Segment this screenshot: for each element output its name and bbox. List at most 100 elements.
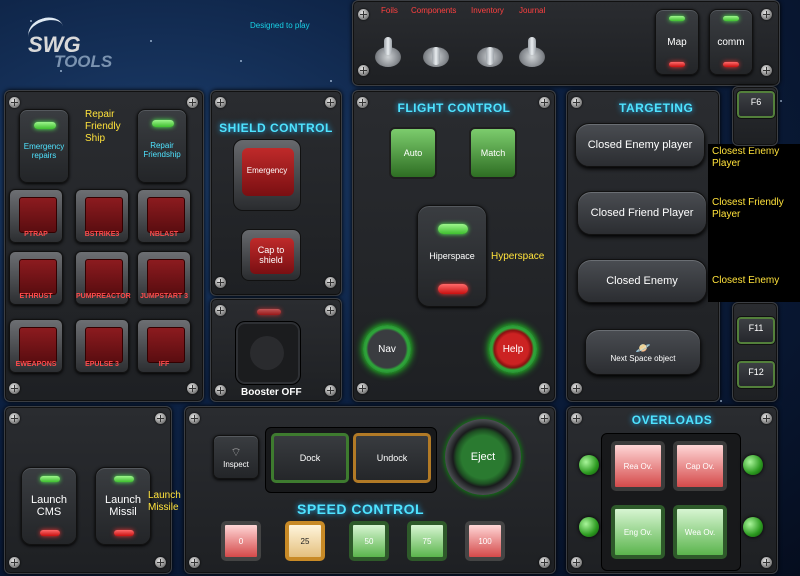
switch-label-components: Components <box>411 6 457 15</box>
auto-button[interactable]: Auto <box>389 127 437 179</box>
speed-75-button[interactable]: 75 <box>407 521 447 561</box>
match-label: Match <box>480 148 506 158</box>
note-closest-enemy-player: Closest Enemy Player <box>712 146 780 169</box>
shield-panel: SHIELD CONTROL Emergency Cap to shield <box>210 90 342 296</box>
match-button[interactable]: Match <box>469 127 517 179</box>
overloads-panel: OVERLOADS Rea Ov. Cap Ov. Eng Ov. Wea Ov… <box>566 406 778 574</box>
bstrike3-button[interactable]: BSTRIKE3 <box>75 189 129 243</box>
dock-button[interactable]: Dock <box>271 433 349 483</box>
speed-panel: ⌔ Inspect Dock Undock Eject SPEED CONTRO… <box>184 406 556 574</box>
booster-label: Booster OFF <box>241 387 302 398</box>
eng-ov-label: Eng Ov. <box>623 527 653 537</box>
launch-missil-button[interactable]: Launch Missil <box>95 467 151 545</box>
indicator-left-top-icon <box>579 455 599 475</box>
speed-100-button[interactable]: 100 <box>465 521 505 561</box>
overloads-title: OVERLOADS <box>631 413 713 427</box>
toggle-inventory[interactable] <box>477 37 503 67</box>
next-space-object-button[interactable]: 🪐 Next Space object <box>585 329 701 375</box>
epulse3-button[interactable]: EPULSE 3 <box>75 319 129 373</box>
eweapons-button[interactable]: EWEAPONS <box>9 319 63 373</box>
wifi-icon: ⌔ <box>230 445 242 459</box>
f11-key[interactable]: F11 <box>736 316 776 345</box>
undock-label: Undock <box>376 453 408 463</box>
closed-enemy-button[interactable]: Closed Enemy <box>577 259 707 303</box>
indicator-left-bottom-icon <box>579 517 599 537</box>
tagline: Designed to play <box>250 21 310 30</box>
cap-ov-button[interactable]: Cap Ov. <box>673 441 727 491</box>
nav-label: Nav <box>378 343 396 355</box>
closed-enemy-player-button[interactable]: Closed Enemy player <box>575 123 705 167</box>
shield-title: SHIELD CONTROL <box>219 121 333 135</box>
speed-0-button[interactable]: 0 <box>221 521 261 561</box>
repair-panel: Emergency repairs Repair Friendly Ship R… <box>4 90 204 402</box>
speed-title: SPEED CONTROL <box>297 501 425 517</box>
ethrust-button[interactable]: ETHRUST <box>9 251 63 305</box>
closed-friend-player-button[interactable]: Closed Friend Player <box>577 191 707 235</box>
switch-label-journal: Journal <box>519 6 546 15</box>
next-space-object-label: Next Space object <box>610 353 676 363</box>
cap-to-shield-button[interactable]: Cap to shield <box>241 229 301 281</box>
speed-25-button[interactable]: 25 <box>285 521 325 561</box>
nblast-button[interactable]: NBLAST <box>137 189 191 243</box>
repair-friendship-button[interactable]: Repair Friendship <box>137 109 187 183</box>
logo-line2: TOOLS <box>54 52 113 71</box>
targeting-title: TARGETING <box>619 101 694 115</box>
dock-label: Dock <box>299 453 321 463</box>
pumpreactor-button[interactable]: PUMPREACTOR <box>75 251 131 305</box>
hiperspace-button[interactable]: Hiperspace <box>417 205 487 307</box>
hiperspace-label: Hiperspace <box>429 251 475 261</box>
shield-emergency-label: Emergency <box>246 165 288 175</box>
cap-to-shield-label: Cap to shield <box>257 245 285 265</box>
launch-missil-label: Launch Missil <box>104 494 142 518</box>
auto-label: Auto <box>403 148 423 158</box>
launch-cms-label: Launch CMS <box>30 494 68 518</box>
booster-led <box>257 309 281 315</box>
speed-0-label: 0 <box>238 536 244 546</box>
wea-ov-button[interactable]: Wea Ov. <box>673 505 727 559</box>
nav-button[interactable]: Nav <box>363 325 411 373</box>
map-label: Map <box>667 36 687 48</box>
jumpstart3-button[interactable]: JUMPSTART 3 <box>137 251 191 305</box>
comm-button[interactable]: comm <box>709 9 753 75</box>
undock-button[interactable]: Undock <box>353 433 431 483</box>
comm-label: comm <box>717 36 745 48</box>
speed-75-label: 75 <box>422 536 432 546</box>
f6-key[interactable]: F6 <box>736 90 776 119</box>
help-label: Help <box>502 343 524 355</box>
switch-label-inventory: Inventory <box>471 6 504 15</box>
rea-ov-button[interactable]: Rea Ov. <box>611 441 665 491</box>
launch-missile-note: Launch Missile <box>148 490 181 513</box>
speed-50-button[interactable]: 50 <box>349 521 389 561</box>
f12-key[interactable]: F12 <box>736 360 776 389</box>
wea-ov-label: Wea Ov. <box>684 527 716 537</box>
launch-cms-button[interactable]: Launch CMS <box>21 467 77 545</box>
toggle-components[interactable] <box>423 37 449 67</box>
iff-button[interactable]: IFF <box>137 319 191 373</box>
speed-50-label: 50 <box>364 536 374 546</box>
eject-label: Eject <box>470 451 496 463</box>
repair-friendship-label: Repair Friendship <box>143 141 181 159</box>
flight-title: FLIGHT CONTROL <box>397 101 511 115</box>
launch-panel: Launch CMS Launch Missil <box>4 406 172 574</box>
help-button[interactable]: Help <box>489 325 537 373</box>
toggle-journal[interactable] <box>519 37 545 67</box>
closed-enemy-player-label: Closed Enemy player <box>587 139 693 151</box>
rea-ov-label: Rea Ov. <box>623 461 653 471</box>
speed-100-label: 100 <box>478 536 492 546</box>
note-closest-enemy: Closest Enemy <box>712 275 780 286</box>
emergency-repairs-label: Emergency repairs <box>23 142 65 160</box>
booster-panel: Booster OFF <box>210 298 342 402</box>
ptrap-button[interactable]: PTRAP <box>9 189 63 243</box>
emergency-repairs-button[interactable]: Emergency repairs <box>19 109 69 183</box>
flight-panel: FLIGHT CONTROL Auto Match Hiperspace Hyp… <box>352 90 556 402</box>
eject-button[interactable]: Eject <box>445 419 521 495</box>
shield-emergency-button[interactable]: Emergency <box>233 139 301 211</box>
map-button[interactable]: Map <box>655 9 699 75</box>
hyperspace-note: Hyperspace <box>491 251 545 262</box>
eng-ov-button[interactable]: Eng Ov. <box>611 505 665 559</box>
closed-friend-player-label: Closed Friend Player <box>590 207 694 219</box>
booster-button[interactable] <box>235 321 301 385</box>
cap-ov-label: Cap Ov. <box>685 461 715 471</box>
toggle-foils[interactable] <box>375 37 401 67</box>
inspect-button[interactable]: ⌔ Inspect <box>213 435 259 479</box>
